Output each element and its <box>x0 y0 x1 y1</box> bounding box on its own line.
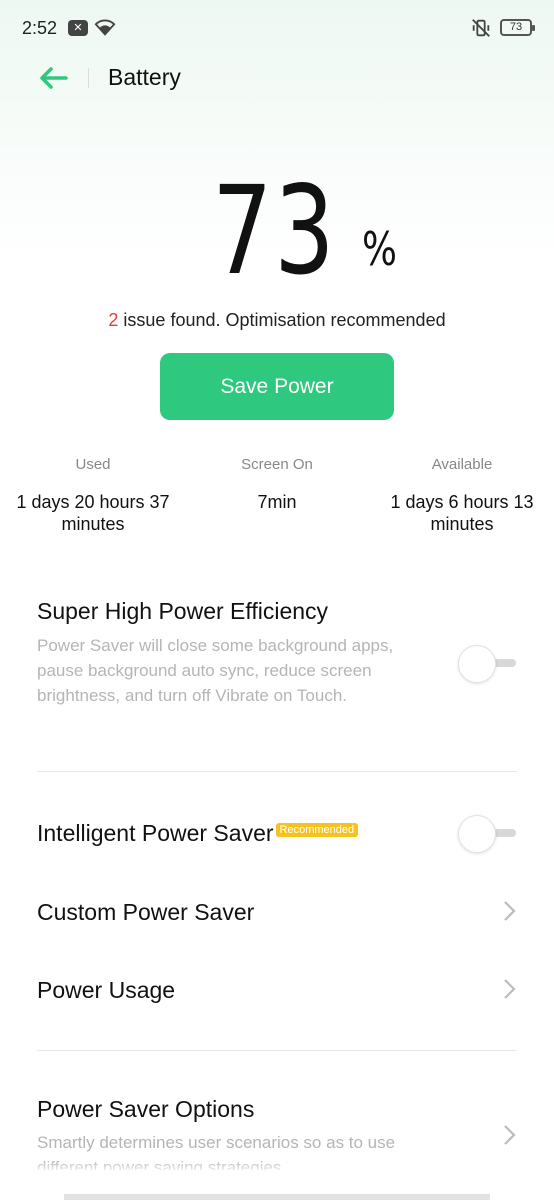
bottom-area <box>0 1170 554 1194</box>
section-divider <box>37 771 517 772</box>
stat-screen-on-value: 7min <box>257 492 297 512</box>
save-power-button[interactable]: Save Power <box>160 353 394 420</box>
issue-count: 2 <box>108 310 119 330</box>
super-high-power-description: Power Saver will close some background a… <box>37 636 394 705</box>
stat-available: Available 1 days 6 hours 13 minutes <box>378 456 546 535</box>
super-high-power-toggle[interactable] <box>458 645 518 683</box>
silent-icon <box>472 19 490 37</box>
page-title: Battery <box>108 64 181 90</box>
intelligent-power-saver-title: Intelligent Power Saver Recommended <box>37 820 359 847</box>
notification-icon: ✕ <box>68 20 88 36</box>
intelligent-power-saver-toggle[interactable] <box>458 815 518 853</box>
wifi-icon <box>94 19 116 36</box>
recommended-badge: Recommended <box>275 822 359 837</box>
stat-used-label: Used <box>75 456 111 473</box>
chevron-right-icon <box>504 901 516 921</box>
stat-available-label: Available <box>431 456 493 473</box>
stat-available-value: 1 days 6 hours 13 minutes <box>390 492 534 534</box>
issue-message: 2 issue found. Optimisation recommended <box>0 310 554 331</box>
chevron-right-icon <box>504 979 516 999</box>
header-divider <box>88 68 89 88</box>
stat-used-value: 1 days 20 hours 37 minutes <box>16 492 170 534</box>
navigation-bar-hint[interactable] <box>64 1194 490 1200</box>
super-high-power-title: Super High Power Efficiency <box>37 598 329 624</box>
battery-percent-value: 73 <box>212 160 337 302</box>
battery-percent-sign: % <box>362 222 397 276</box>
power-saver-options-title: Power Saver Options <box>37 1096 255 1122</box>
toggle-knob <box>458 645 496 683</box>
intelligent-power-saver-label: Intelligent Power Saver <box>37 820 274 846</box>
stat-screen-on-label: Screen On <box>241 456 313 473</box>
status-time: 2:52 <box>22 18 58 38</box>
custom-power-saver-title: Custom Power Saver <box>37 899 255 925</box>
battery-percent-display: 73 % <box>0 160 554 302</box>
battery-icon: 73 <box>500 19 535 36</box>
stat-used: Used 1 days 20 hours 37 minutes <box>6 456 180 535</box>
issue-text: issue found. Optimisation recommended <box>118 310 446 330</box>
status-bar: 2:52 ✕ 73 <box>0 0 554 56</box>
toggle-knob <box>458 815 496 853</box>
stat-screen-on: Screen On 7min <box>200 456 354 513</box>
power-usage-title: Power Usage <box>37 977 176 1003</box>
app-bar: Battery <box>0 56 554 102</box>
chevron-right-icon <box>504 1125 516 1145</box>
back-arrow-icon[interactable] <box>36 64 70 92</box>
section-divider <box>37 1050 517 1051</box>
